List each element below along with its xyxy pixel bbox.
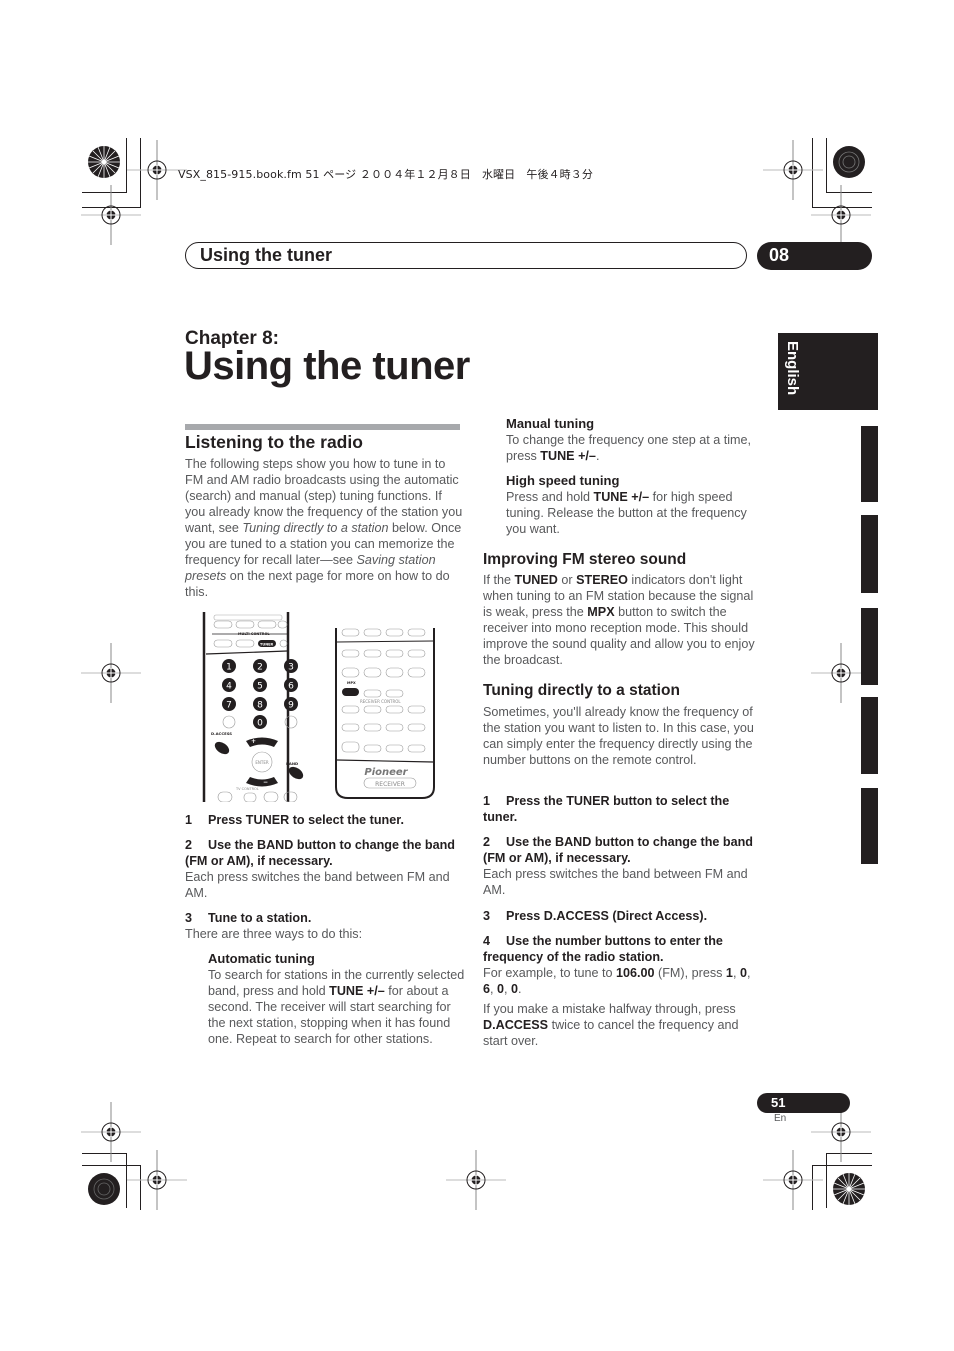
direct-step-4-example: For example, to tune to 106.00 (FM), pre… bbox=[483, 966, 751, 996]
svg-text:4: 4 bbox=[226, 682, 232, 692]
page-language: En bbox=[774, 1113, 787, 1124]
high-speed-tuning-title: High speed tuning bbox=[506, 473, 620, 488]
print-metadata: VSX_815-915.book.fm 51 ページ ２００４年１２月８日 水曜… bbox=[178, 168, 593, 181]
registration-marks bbox=[80, 139, 872, 1211]
step-3: 3 Tune to a station. bbox=[185, 911, 312, 925]
manual-tuning-body: To change the frequency one step at a ti… bbox=[506, 433, 752, 463]
svg-text:MPX: MPX bbox=[347, 681, 356, 685]
remote-control-illustration: TUNER MULTI CONTROL 12 45 78 0 D.ACCESS … bbox=[202, 612, 435, 802]
step-2-body: Each press switches the band between FM … bbox=[185, 870, 450, 900]
step-1: 1 Press TUNER to select the tuner. bbox=[185, 813, 404, 827]
svg-text:6: 6 bbox=[288, 682, 294, 692]
direct-step-4: 4 Use the number buttons to enter the fre… bbox=[483, 934, 723, 964]
direct-mistake-note: If you make a mistake halfway through, p… bbox=[483, 1002, 739, 1048]
svg-text:2: 2 bbox=[257, 663, 263, 673]
svg-text:3: 3 bbox=[288, 663, 294, 673]
automatic-tuning-title: Automatic tuning bbox=[208, 951, 315, 966]
svg-text:RECEIVER: RECEIVER bbox=[375, 781, 405, 788]
link-tuning-directly: Tuning directly to a station bbox=[242, 521, 389, 535]
svg-text:Pioneer: Pioneer bbox=[364, 767, 408, 778]
svg-text:RECEIVER CONTROL: RECEIVER CONTROL bbox=[360, 699, 401, 704]
starburst-target-icon bbox=[833, 146, 865, 178]
page-number: 51 bbox=[771, 1095, 786, 1110]
svg-text:9: 9 bbox=[288, 701, 294, 711]
mpx-button bbox=[342, 688, 359, 696]
step-2: 2 Use the BAND button to change the band … bbox=[185, 838, 455, 868]
language-tab: English bbox=[778, 333, 878, 410]
svg-text:0: 0 bbox=[257, 719, 263, 729]
section-title-fm-stereo: Improving FM stereo sound bbox=[483, 551, 687, 568]
svg-text:7: 7 bbox=[226, 701, 232, 711]
thumb-tab bbox=[861, 426, 878, 502]
svg-text:+: + bbox=[251, 738, 256, 745]
thumb-tab bbox=[861, 515, 878, 593]
section-rule bbox=[185, 424, 460, 430]
thumb-tab bbox=[861, 608, 878, 685]
thumb-tab bbox=[861, 788, 878, 864]
manual-tuning-title: Manual tuning bbox=[506, 416, 595, 431]
section-title-listening: Listening to the radio bbox=[185, 432, 363, 452]
svg-text:D.ACCESS: D.ACCESS bbox=[211, 731, 232, 736]
chapter-title: Using the tuner bbox=[184, 344, 470, 388]
svg-text:8: 8 bbox=[257, 701, 263, 711]
svg-text:BAND: BAND bbox=[286, 761, 298, 766]
running-head-title: Using the tuner bbox=[200, 245, 333, 265]
svg-text:5: 5 bbox=[257, 682, 263, 692]
svg-text:−: − bbox=[263, 779, 268, 786]
svg-text:TV CONTROL: TV CONTROL bbox=[235, 787, 259, 791]
section-title-direct-tuning: Tuning directly to a station bbox=[483, 682, 680, 699]
direct-step-1: 1 Press the TUNER button to select the tu… bbox=[483, 794, 730, 824]
remote-left-panel: TUNER MULTI CONTROL 12 45 78 0 D.ACCESS … bbox=[202, 612, 290, 802]
starburst-target-icon bbox=[88, 1173, 120, 1205]
direct-step-2-body: Each press switches the band between FM … bbox=[483, 867, 748, 897]
starburst-target-icon bbox=[833, 1173, 865, 1205]
running-head: Using the tuner bbox=[185, 242, 747, 269]
direct-step-2: 2 Use the BAND button to change the band … bbox=[483, 835, 753, 865]
starburst-target-icon bbox=[88, 146, 120, 178]
chapter-number-badge: 08 bbox=[757, 242, 872, 270]
svg-text:MULTI CONTROL: MULTI CONTROL bbox=[238, 632, 270, 636]
remote-right-panel: MPX RECEIVER CONTROL Pioneer RECEIVER bbox=[335, 628, 435, 799]
direct-tuning-intro: Sometimes, you'll already know the frequ… bbox=[483, 705, 754, 767]
step-3-body: There are three ways to do this: bbox=[185, 927, 363, 941]
fm-stereo-body: If the TUNED or STEREO indicators don't … bbox=[483, 573, 755, 667]
svg-text:TUNER: TUNER bbox=[260, 643, 274, 647]
automatic-tuning-body: To search for stations in the currently … bbox=[208, 968, 465, 1046]
thumb-tab bbox=[861, 697, 878, 774]
direct-step-3: 3 Press D.ACCESS (Direct Access). bbox=[483, 909, 708, 923]
page-number-badge: 51 bbox=[757, 1093, 850, 1113]
svg-text:ENTER: ENTER bbox=[255, 760, 268, 765]
svg-text:1: 1 bbox=[226, 663, 232, 673]
language-tab-label: English bbox=[784, 341, 801, 396]
chapter-number: 08 bbox=[769, 245, 790, 265]
high-speed-tuning-body: Press and hold TUNE +/– for high speed t… bbox=[506, 490, 747, 536]
intro-paragraph: The following steps show you how to tune… bbox=[185, 457, 463, 599]
